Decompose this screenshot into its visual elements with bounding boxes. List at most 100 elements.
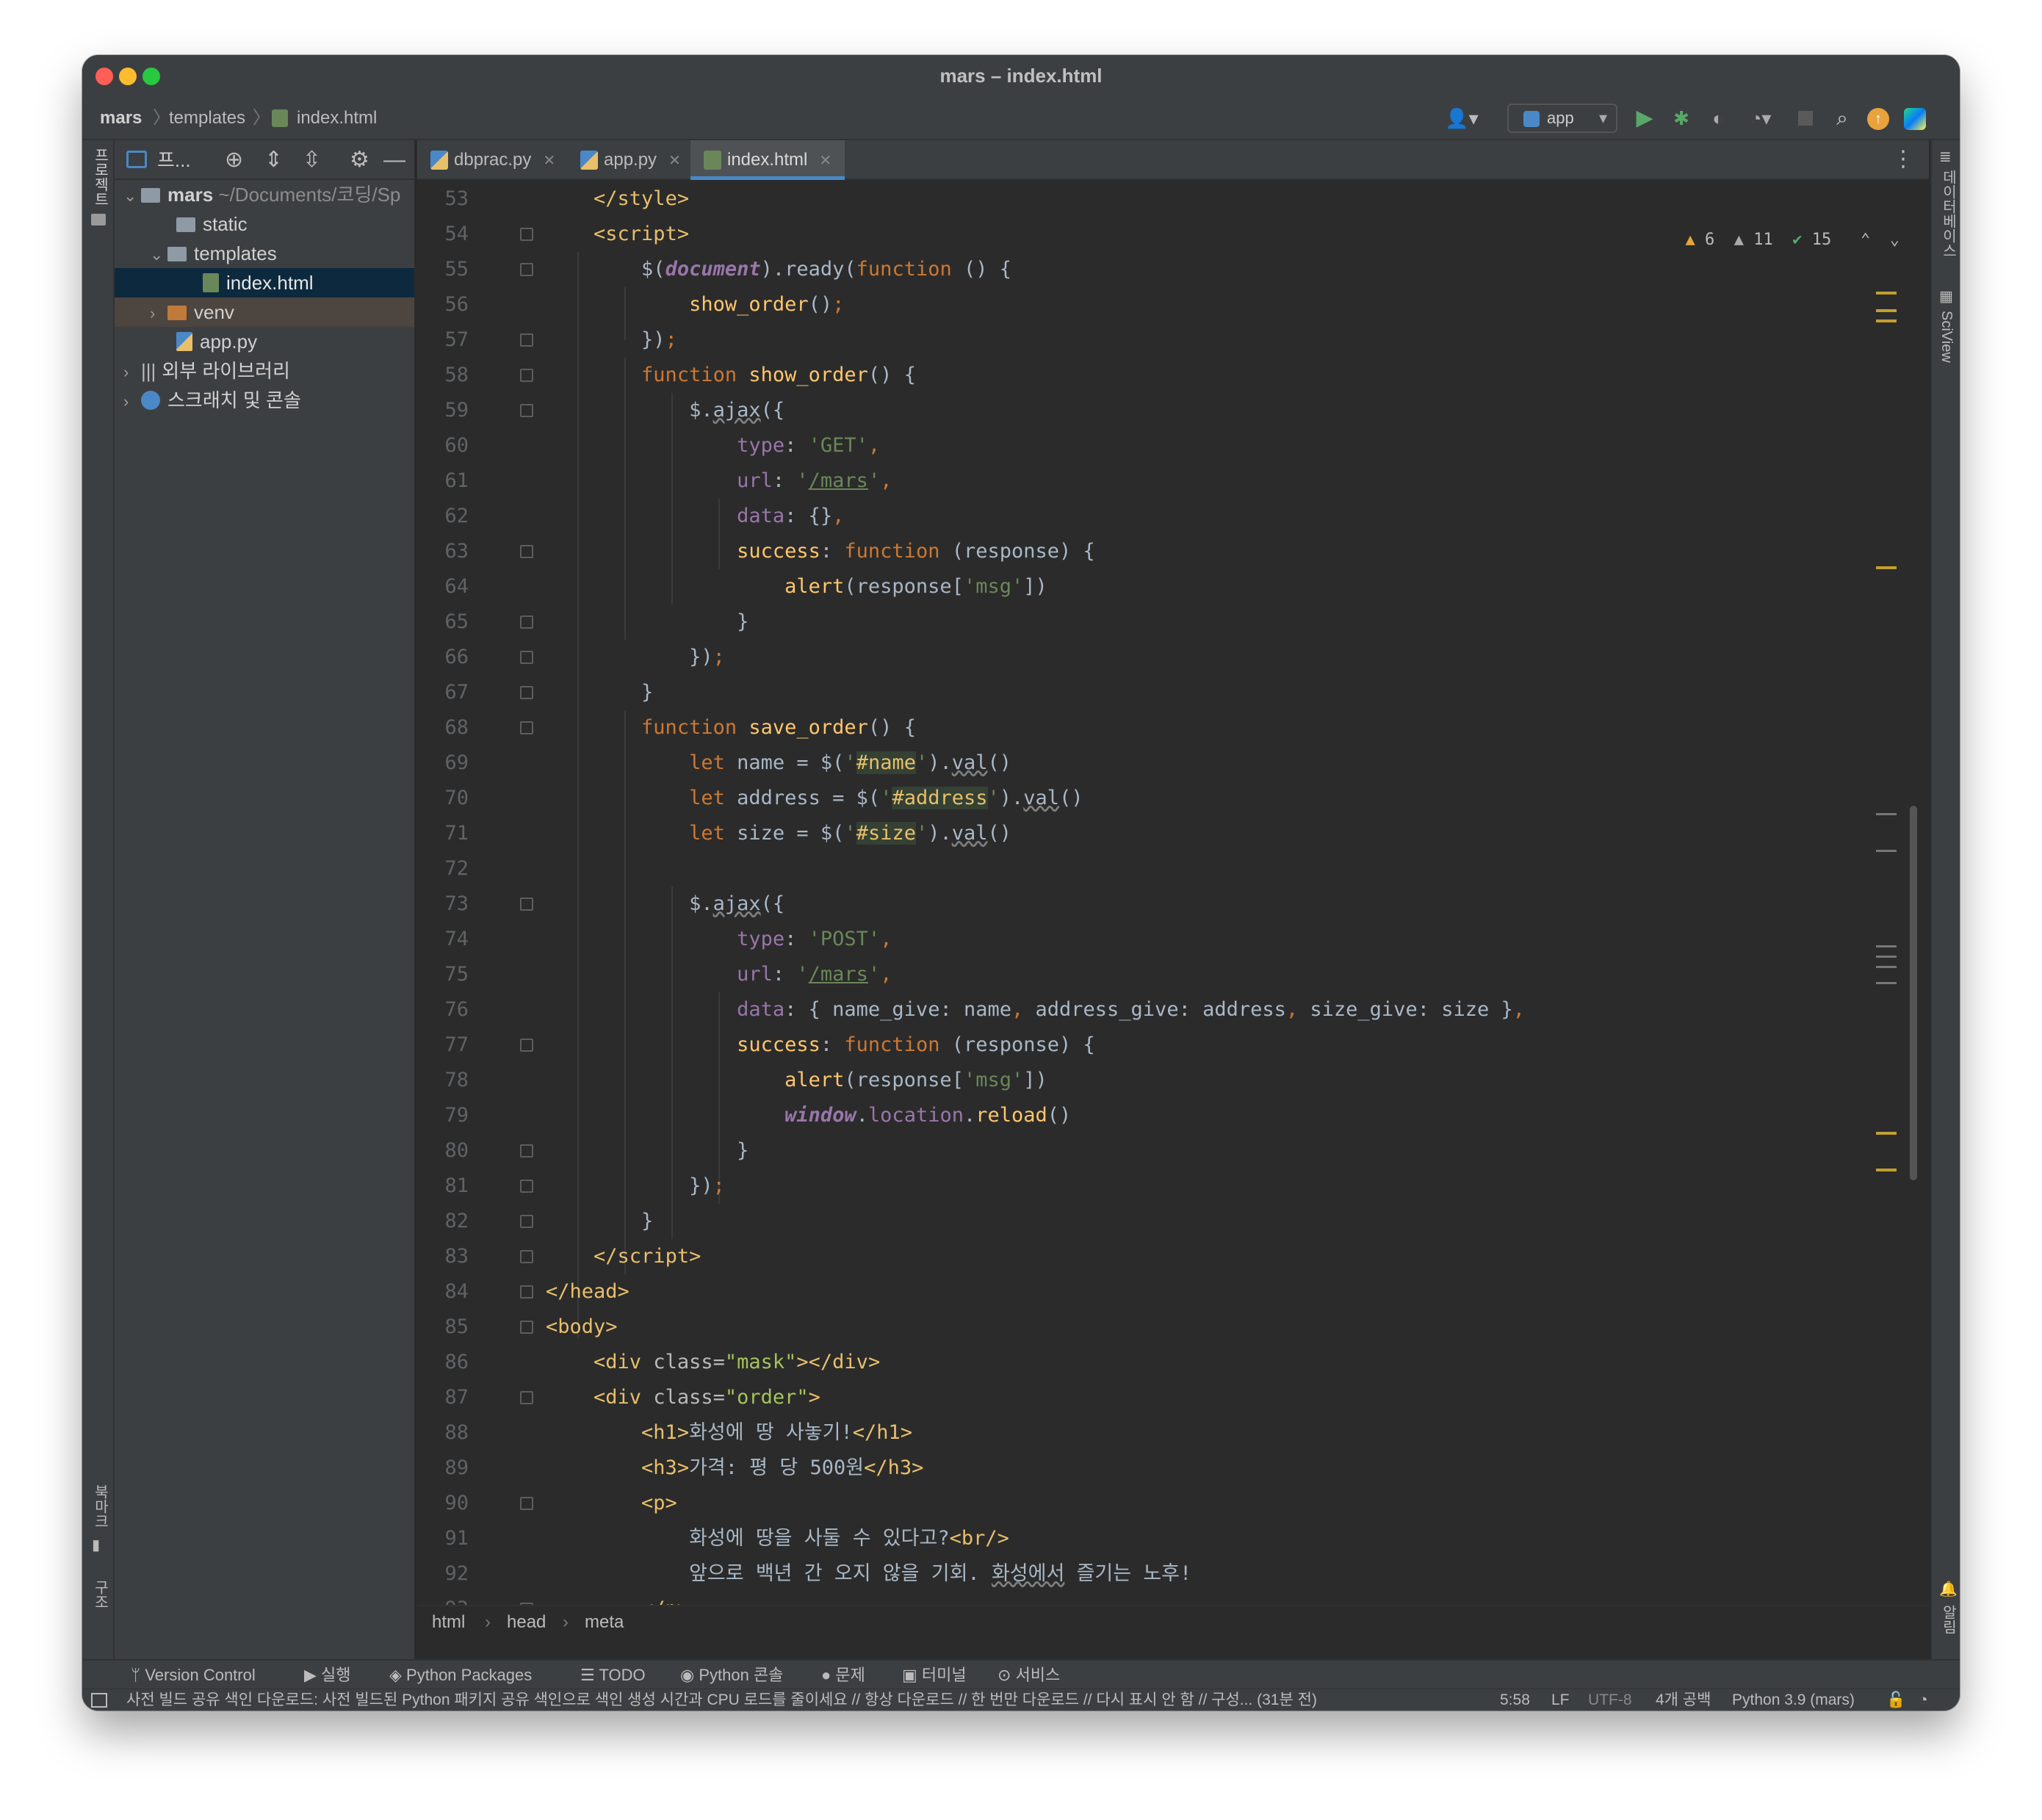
fold-marker-icon[interactable] [520,898,533,911]
fold-marker-icon[interactable] [520,1391,533,1404]
run-tool-button[interactable]: ▶ 실행 [304,1661,351,1690]
fold-marker-icon[interactable] [520,721,533,734]
warning-marker[interactable] [1876,309,1897,312]
run-icon[interactable]: ▶ [1632,105,1657,131]
warning-marker[interactable] [1876,566,1897,569]
collapse-all-icon[interactable]: ⇳ [303,146,321,174]
panel-view-icon[interactable] [126,151,147,168]
tree-item-venv[interactable]: › venv [115,297,414,327]
fold-marker-icon[interactable] [520,333,533,347]
search-icon[interactable]: ⌕ [1829,105,1855,131]
tab-index-html[interactable]: index.html ✕ [690,140,845,180]
tree-item-app-py[interactable]: app.py [115,327,414,356]
python-console-button[interactable]: ◉ Python 콘솔 [680,1661,783,1690]
warning-marker[interactable] [1876,1132,1897,1135]
sciview-tool-button[interactable]: SciView [1938,311,1955,363]
fold-marker-icon[interactable] [520,651,533,664]
coverage-icon[interactable]: ◐ [1706,105,1731,131]
fold-marker-icon[interactable] [520,1180,533,1193]
notifications-tool-button[interactable]: 알림 [1938,1605,1959,1634]
info-marker[interactable] [1876,850,1897,852]
fold-marker-icon[interactable] [520,1497,533,1510]
user-account-icon[interactable]: 👤▾ [1441,105,1482,131]
project-view-selector[interactable]: 프... [157,146,191,174]
more-tabs-icon[interactable]: ⋮ [1892,146,1914,172]
lock-icon[interactable]: 🔓 [1886,1689,1905,1711]
fold-marker-icon[interactable] [520,545,533,558]
breadcrumb-folder[interactable]: templates [169,96,245,140]
breadcrumb-project[interactable]: mars [100,96,142,140]
python-interpreter[interactable]: Python 3.9 (mars) [1732,1689,1855,1711]
terminal-button[interactable]: ▣ 터미널 [902,1661,967,1690]
tree-item-index-html[interactable]: index.html [115,268,414,297]
fold-marker-icon[interactable] [520,1321,533,1334]
warning-marker[interactable] [1876,1169,1897,1171]
fold-marker-icon[interactable] [520,263,533,276]
fold-marker-icon[interactable] [520,1285,533,1299]
fold-marker-icon[interactable] [520,1039,533,1052]
version-control-button[interactable]: ᛘ Version Control [131,1661,256,1690]
tree-item-external-libraries[interactable]: › ||| 외부 라이브러리 [115,356,414,386]
close-icon[interactable]: ✕ [668,153,681,169]
tree-item-scratches[interactable]: › 스크래치 및 콘솔 [115,386,414,415]
fold-marker-icon[interactable] [520,686,533,699]
debug-icon[interactable]: ✱ [1669,105,1694,131]
file-encoding[interactable]: UTF-8 [1588,1689,1632,1711]
info-marker[interactable] [1876,813,1897,815]
structure-tool-button[interactable]: 구조 [90,1580,111,1609]
tree-item-mars[interactable]: ⌄ mars ~/Documents/코딩/Sp [115,180,414,209]
tree-item-static[interactable]: static [115,209,414,239]
editor-crumb-head[interactable]: head [507,1612,546,1633]
caret-position[interactable]: 5:58 [1500,1689,1530,1711]
code-area[interactable]: 53 54 55 56 57 58 59 60 61 62 63 64 65 66 67 68 69 70 71 72… [417,181,1929,1605]
editor-crumb-meta[interactable]: meta [585,1612,624,1633]
minimize-window-button[interactable] [119,68,137,85]
vertical-scrollbar[interactable] [1910,806,1917,1180]
info-marker[interactable] [1876,982,1897,984]
profile-icon[interactable]: ◔▾ [1742,105,1779,131]
indent-setting[interactable]: 4개 공백 [1656,1689,1711,1711]
tree-item-templates[interactable]: ⌄ templates [115,239,414,268]
memory-indicator-icon[interactable]: ◔ [1919,1689,1928,1711]
info-marker[interactable] [1876,956,1897,958]
services-button[interactable]: ⊙ 서비스 [997,1661,1060,1690]
run-config-selector[interactable]: app ▾ [1507,104,1617,133]
problems-button[interactable]: ● 문제 [821,1661,865,1690]
todo-button[interactable]: ☰ TODO [580,1661,646,1690]
previous-highlight-icon[interactable]: ⌃ [1861,231,1870,249]
bookmarks-tool-button[interactable]: 북마크 [90,1484,111,1528]
database-tool-button[interactable]: 데이터베이스 [1938,170,1959,258]
python-packages-button[interactable]: ◈ Python Packages [389,1661,532,1690]
locate-icon[interactable]: ⊕ [225,146,243,174]
fold-marker-icon[interactable] [520,1215,533,1228]
gear-icon[interactable]: ⚙ [350,146,369,174]
update-icon[interactable]: ↑ [1867,108,1889,130]
close-window-button[interactable] [95,68,113,85]
close-icon[interactable]: ✕ [819,153,831,169]
breadcrumb-file[interactable]: index.html [297,96,377,140]
hide-panel-icon[interactable]: — [383,146,405,174]
project-tool-button[interactable]: 프로젝트 [90,148,111,206]
fold-marker-icon[interactable] [520,615,533,629]
fold-marker-icon[interactable] [520,404,533,417]
status-message[interactable]: 사전 빌드 공유 색인 다운로드: 사전 빌드된 Python 패키지 공유 색… [126,1689,1317,1711]
info-marker[interactable] [1876,945,1897,947]
expand-all-icon[interactable]: ⇕ [264,146,283,174]
zoom-window-button[interactable] [142,68,160,85]
info-marker[interactable] [1876,966,1897,968]
warning-marker[interactable] [1876,292,1897,295]
fold-marker-icon[interactable] [520,1250,533,1263]
fold-marker-icon[interactable] [520,1144,533,1158]
inspection-widget[interactable]: ▲ 6 ▲ 11 ✔ 15 ⌃ ⌄ [1686,227,1900,253]
fold-marker-icon[interactable] [520,228,533,241]
editor-crumb-html[interactable]: html [432,1612,465,1633]
warning-marker[interactable] [1876,319,1897,322]
pycharm-logo-icon[interactable] [1904,108,1926,130]
close-icon[interactable]: ✕ [543,153,555,169]
tab-dbprac-py[interactable]: dbprac.py ✕ [417,140,564,180]
next-highlight-icon[interactable]: ⌄ [1890,231,1900,249]
stop-icon[interactable] [1798,111,1813,126]
tab-app-py[interactable]: app.py ✕ [567,140,685,180]
toggle-tool-windows-icon[interactable] [91,1693,107,1708]
fold-marker-icon[interactable] [520,369,533,382]
